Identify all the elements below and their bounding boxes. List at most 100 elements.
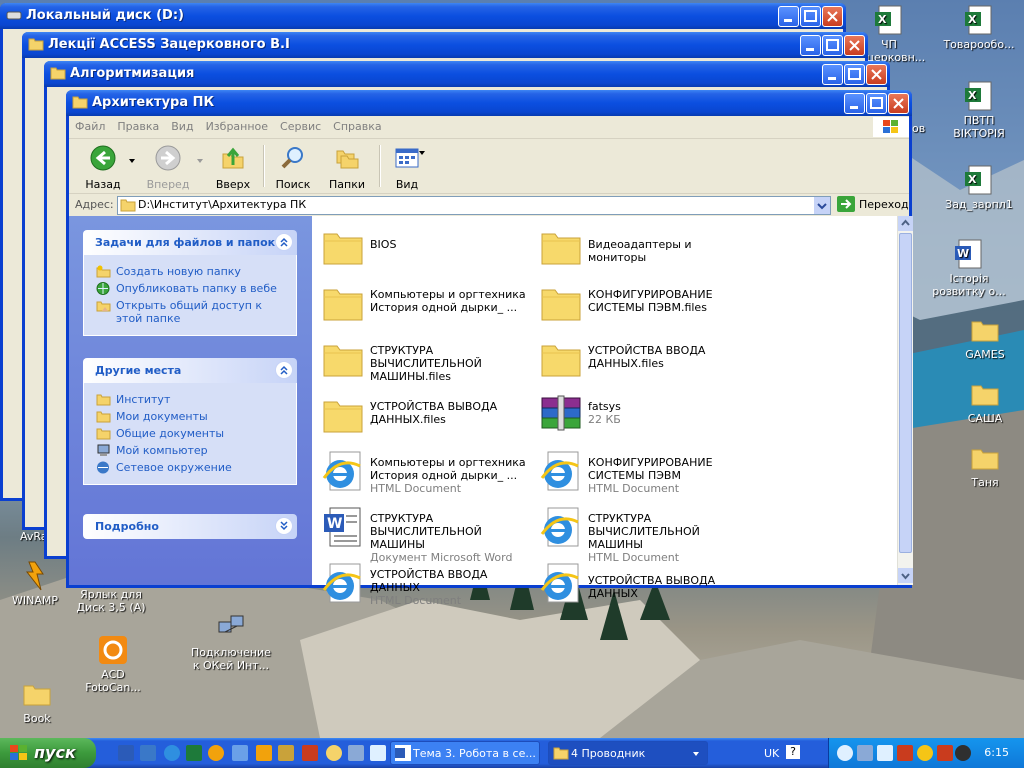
task-share-folder[interactable]: Открыть общий доступ к этой папке (96, 299, 286, 325)
tray-app-icon[interactable] (877, 745, 893, 761)
desktop-icon-sasha[interactable]: САША (944, 378, 1024, 425)
desktop-icon-zad-zarpl[interactable]: X Зад_зарпл1 (938, 164, 1020, 211)
details-header[interactable]: Подробно (83, 514, 297, 539)
maximize-button[interactable] (844, 64, 865, 85)
address-dropdown-button[interactable] (814, 197, 830, 214)
place-shared-documents[interactable]: Общие документы (96, 427, 286, 440)
tray-ati-icon[interactable] (897, 745, 913, 761)
menu-file[interactable]: Файл (69, 116, 111, 137)
file-item[interactable]: СТРУКТУРА ВЫЧИСЛИТЕЛЬНОЙ МАШИНЫ HTML Docu… (534, 500, 749, 564)
close-button[interactable] (888, 93, 909, 114)
file-item[interactable]: СТРУКТУРА ВЫЧИСЛИТЕЛЬНОЙ МАШИНЫ.files (316, 332, 531, 384)
titlebar[interactable]: Лекції ACCESS Зацерковного В.І (22, 32, 868, 58)
tray-disc-icon[interactable] (917, 745, 933, 761)
menu-help[interactable]: Справка (327, 116, 387, 137)
desktop-icon-winamp[interactable]: WINAMP (0, 560, 76, 607)
window-architecture-pc[interactable]: Архитектура ПК Файл Правка Вид Избранное Сер… (66, 90, 913, 607)
expand-chevron-icon[interactable] (275, 517, 293, 535)
place-institut[interactable]: Институт (96, 393, 286, 406)
close-button[interactable] (866, 64, 887, 85)
quicklaunch-ie-icon[interactable] (164, 745, 180, 761)
tray-security-icon[interactable] (955, 745, 971, 761)
menu-edit[interactable]: Правка (111, 116, 165, 137)
view-dropdown-arrow[interactable] (419, 151, 425, 155)
quicklaunch-tool-icon[interactable] (348, 745, 364, 761)
desktop-icon-games[interactable]: GAMES (944, 314, 1024, 361)
minimize-button[interactable] (822, 64, 843, 85)
file-item[interactable]: Компьютеры и оргтехника История одной ды… (316, 444, 531, 496)
tray-volume-icon[interactable] (837, 745, 853, 761)
taskbar-task-explorer[interactable]: 4 Проводник (548, 741, 708, 765)
language-indicator[interactable]: UK (764, 747, 779, 760)
back-button[interactable]: Назад (83, 145, 123, 191)
collapse-chevron-icon[interactable] (275, 233, 293, 251)
menu-view[interactable]: Вид (165, 116, 199, 137)
file-item[interactable]: КОНФИГУРИРОВАНИЕ СИСТЕМЫ ПЭВМ HTML Docume… (534, 444, 749, 496)
up-button[interactable]: Вверх (213, 145, 253, 191)
file-item[interactable]: Видеоадаптеры и мониторы (534, 220, 749, 272)
file-item[interactable]: BIOS (316, 220, 531, 272)
help-icon[interactable]: ? (786, 745, 800, 759)
quicklaunch-desktop-icon[interactable] (232, 745, 248, 761)
desktop-icon-tovaroobo[interactable]: X Товарообо... (938, 4, 1020, 51)
other-places-header[interactable]: Другие места (83, 358, 297, 383)
file-item[interactable]: УСТРОЙСТВА ВЫВОДА ДАННЫХ (534, 556, 749, 608)
quicklaunch-media-icon[interactable] (208, 745, 224, 761)
taskbar-task-word[interactable]: Тема 3. Робота в се... (390, 741, 540, 765)
quicklaunch-app-icon[interactable] (278, 745, 294, 761)
quicklaunch-excel-icon[interactable] (186, 745, 202, 761)
close-button[interactable] (822, 6, 843, 27)
tray-net-icon[interactable] (857, 745, 873, 761)
titlebar[interactable]: Алгоритмизация (44, 61, 890, 87)
desktop-icon-istoriya[interactable]: W Історія розвитку о... (928, 238, 1010, 298)
place-my-documents[interactable]: Мои документы (96, 410, 286, 423)
place-network[interactable]: Сетевое окружение (96, 461, 286, 474)
place-my-computer[interactable]: Мой компьютер (96, 444, 286, 457)
maximize-button[interactable] (800, 6, 821, 27)
file-item[interactable]: УСТРОЙСТВА ВВОДА ДАННЫХ.files (534, 332, 749, 384)
vertical-scrollbar[interactable] (897, 216, 913, 585)
scroll-up-button[interactable] (898, 216, 913, 231)
minimize-button[interactable] (844, 93, 865, 114)
maximize-button[interactable] (822, 35, 843, 56)
maximize-button[interactable] (866, 93, 887, 114)
forward-button[interactable]: Вперед (145, 145, 191, 191)
desktop-icon-acd[interactable]: ACD FotoCan... (72, 634, 154, 694)
back-dropdown-arrow[interactable] (129, 159, 135, 163)
scroll-thumb[interactable] (899, 233, 912, 553)
desktop-icon-tanya[interactable]: Таня (944, 442, 1024, 489)
minimize-button[interactable] (778, 6, 799, 27)
quicklaunch-game-icon[interactable] (302, 745, 318, 761)
search-button[interactable]: Поиск (273, 145, 313, 191)
close-button[interactable] (844, 35, 865, 56)
address-input[interactable]: D:\Институт\Архитектура ПК (117, 196, 831, 215)
desktop-icon-pvtp[interactable]: X ПВТП ВІКТОРІЯ (938, 80, 1020, 140)
file-item[interactable]: КОНФИГУРИРОВАНИЕ СИСТЕМЫ ПЭВМ.files (534, 276, 749, 328)
quicklaunch-word-icon[interactable] (118, 745, 134, 761)
start-button[interactable]: пуск (0, 738, 96, 768)
scroll-down-button[interactable] (898, 568, 913, 583)
minimize-button[interactable] (800, 35, 821, 56)
tray-ati2-icon[interactable] (937, 745, 953, 761)
desktop-icon-book[interactable]: Book (0, 678, 78, 725)
file-item[interactable]: fatsys 22 КБ (534, 388, 749, 440)
file-item[interactable]: W СТРУКТУРА ВЫЧИСЛИТЕЛЬНОЙ МАШИНЫ Документ… (316, 500, 531, 564)
desktop-icon-disk35[interactable]: Ярлык для Диск 3,5 (А) (70, 588, 152, 614)
menu-favorites[interactable]: Избранное (200, 116, 274, 137)
file-tasks-header[interactable]: Задачи для файлов и папок (83, 230, 297, 255)
collapse-chevron-icon[interactable] (275, 361, 293, 379)
file-item[interactable]: Компьютеры и оргтехника История одной ды… (316, 276, 531, 328)
quicklaunch-mail-icon[interactable] (370, 745, 386, 761)
quicklaunch-winamp-icon[interactable] (256, 745, 272, 761)
quicklaunch-outlook-icon[interactable] (140, 745, 156, 761)
task-publish-web[interactable]: Опубликовать папку в вебе (96, 282, 286, 295)
task-new-folder[interactable]: Создать новую папку (96, 265, 286, 278)
desktop-icon-okey[interactable]: Подключение к ОКей Инт... (190, 612, 272, 672)
file-item[interactable]: УСТРОЙСТВА ВВОДА ДАННЫХ HTML Document (316, 556, 531, 608)
folders-button[interactable]: Папки (327, 145, 367, 191)
menu-tools[interactable]: Сервис (274, 116, 327, 137)
file-item[interactable]: УСТРОЙСТВА ВЫВОДА ДАННЫХ.files (316, 388, 531, 440)
titlebar[interactable]: Локальный диск (D:) (0, 3, 846, 29)
titlebar[interactable]: Архитектура ПК (66, 90, 912, 116)
quicklaunch-tips-icon[interactable] (326, 745, 342, 761)
